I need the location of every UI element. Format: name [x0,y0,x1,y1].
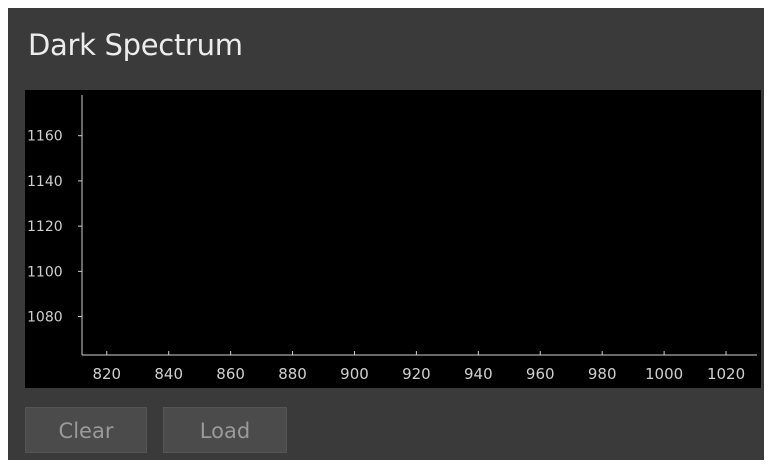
x-tick-label: 880 [278,365,307,383]
panel-title: Dark Spectrum [28,28,243,62]
y-tick-label: 1100 [27,264,63,280]
load-button[interactable]: Load [163,407,287,453]
y-tick-label: 1120 [27,219,63,235]
y-tick-label: 1140 [27,174,63,190]
x-tick-label: 940 [464,365,493,383]
x-tick-label: 820 [92,365,121,383]
x-tick-label: 840 [154,365,183,383]
clear-button[interactable]: Clear [25,407,147,453]
x-tick-label: 1020 [707,365,745,383]
spectrum-chart: 1080 1100 1120 1140 1160 820 840 860 880 900 920 94… [27,95,757,383]
y-tick-label: 1160 [27,129,63,145]
x-tick-label: 860 [216,365,245,383]
x-tick-label: 920 [402,365,431,383]
x-tick-label: 960 [526,365,555,383]
x-tick-label: 1000 [645,365,683,383]
x-tick-label: 980 [588,365,617,383]
x-tick-label: 900 [340,365,369,383]
spectrum-plot-area: 1080 1100 1120 1140 1160 820 840 860 880 900 920 94… [25,90,761,388]
y-tick-label: 1080 [27,310,63,326]
